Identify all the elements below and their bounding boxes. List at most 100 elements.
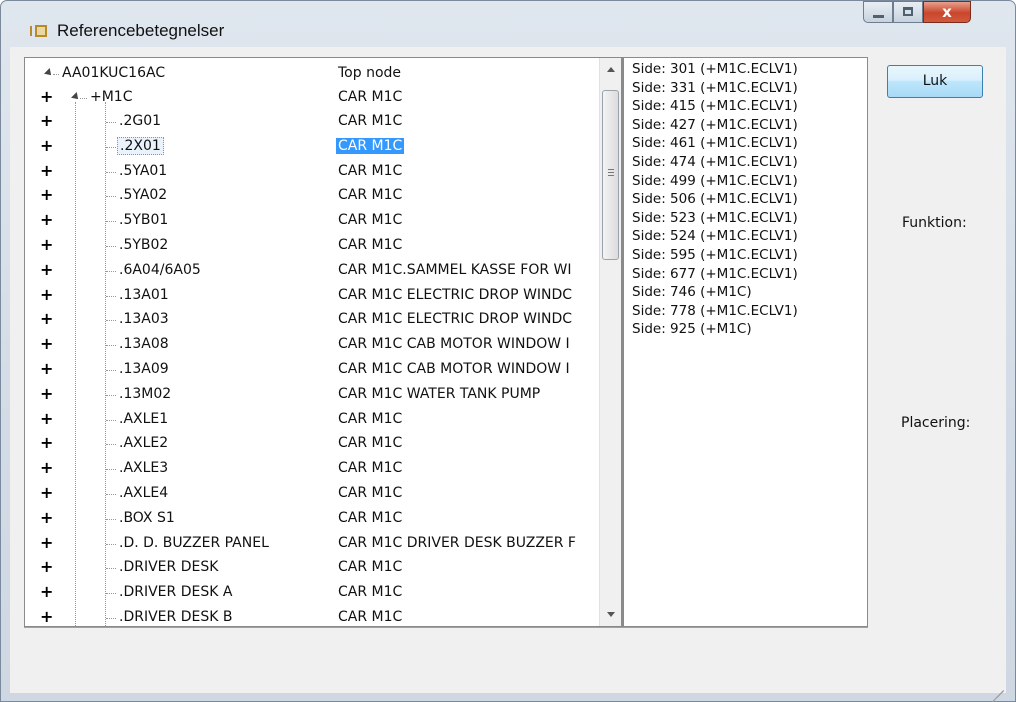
expand-icon[interactable]: + (40, 534, 53, 551)
tree-row[interactable]: + .BOX S1 CAR M1C (25, 507, 600, 531)
expand-icon[interactable]: + (40, 162, 53, 179)
tree-node-label: .6A04/6A05 (119, 261, 201, 278)
tree-node-description: CAR M1C (338, 559, 403, 576)
expand-icon[interactable]: + (40, 336, 53, 352)
expand-icon[interactable]: + (40, 435, 53, 451)
tree-row[interactable]: + .13A03 CAR M1C ELECTRIC DROP WINDC (25, 308, 600, 332)
expand-icon[interactable]: + (40, 361, 53, 377)
expand-icon[interactable]: + (40, 460, 53, 476)
tree-node-description: CAR M1C (338, 485, 403, 501)
grip-line (608, 175, 614, 176)
expand-icon[interactable]: + (40, 89, 53, 105)
tree-connector (106, 246, 116, 247)
expand-icon[interactable]: + (40, 212, 53, 228)
tree-row[interactable]: + .5YB01 CAR M1C (25, 209, 600, 233)
resize-grip-icon[interactable] (990, 677, 1004, 702)
side-reference-item[interactable]: Side: 778 (+M1C.ECLV1) (632, 303, 798, 319)
expand-icon[interactable]: + (40, 237, 53, 253)
side-reference-item[interactable]: Side: 523 (+M1C.ECLV1) (632, 210, 798, 226)
tree-connector (106, 370, 116, 371)
title-bar[interactable]: Referencebetegnelser x (1, 1, 1015, 45)
tree-row[interactable]: + .2X01 CAR M1C (25, 135, 600, 159)
tree-node-description: CAR M1C (338, 212, 403, 229)
tree-row[interactable]: + .5YA01 CAR M1C (25, 160, 600, 184)
tree-connector (53, 74, 59, 75)
expand-icon[interactable]: + (40, 485, 53, 501)
tree-row[interactable]: + .AXLE3 CAR M1C (25, 457, 600, 481)
tree-node-label: .DRIVER DESK (119, 559, 219, 576)
expand-icon[interactable]: + (40, 509, 53, 526)
tree-row-child[interactable]: + +M1C CAR M1C (25, 86, 600, 110)
app-icon (30, 25, 47, 37)
side-reference-item[interactable]: Side: 595 (+M1C.ECLV1) (632, 247, 798, 263)
grip-line (608, 172, 614, 173)
maximize-button[interactable] (893, 1, 923, 23)
grip-line (1000, 690, 1004, 694)
reference-tree[interactable]: AA01KUC16AC Top node + +M1C CAR M1C + .2G… (24, 57, 622, 627)
tree-node-description: CAR M1C DRIVER DESK BUZZER F (338, 534, 576, 551)
tree-node-label: .AXLE2 (119, 435, 169, 452)
tree-row[interactable]: + .AXLE1 CAR M1C (25, 408, 600, 432)
expand-icon[interactable]: + (40, 113, 53, 129)
side-reference-item[interactable]: Side: 474 (+M1C.ECLV1) (632, 154, 798, 170)
tree-node-label: .2X01 (117, 136, 164, 155)
tree-row[interactable]: + .13A01 CAR M1C ELECTRIC DROP WINDC (25, 284, 600, 308)
side-reference-item[interactable]: Side: 506 (+M1C.ECLV1) (632, 191, 798, 207)
tree-node-label: .DRIVER DESK A (119, 584, 233, 601)
dialog-window: Referencebetegnelser x AA01KUC16AC Top n… (0, 0, 1016, 702)
side-reference-item[interactable]: Side: 301 (+M1C.ECLV1) (632, 61, 798, 77)
tree-row[interactable]: + .5YB02 CAR M1C (25, 234, 600, 258)
expand-icon[interactable]: + (40, 385, 53, 402)
tree-row[interactable]: + .DRIVER DESK CAR M1C (25, 556, 600, 580)
tree-node-label: .D. D. BUZZER PANEL (119, 534, 269, 551)
side-reference-item[interactable]: Side: 499 (+M1C.ECLV1) (632, 173, 798, 189)
tree-row[interactable]: + .2G01 CAR M1C (25, 110, 600, 134)
tree-row[interactable]: + .DRIVER DESK A CAR M1C (25, 581, 600, 605)
tree-row[interactable]: + .13M02 CAR M1C WATER TANK PUMP (25, 383, 600, 407)
tree-row[interactable]: + .D. D. BUZZER PANEL CAR M1C DRIVER DESK … (25, 532, 600, 556)
close-window-button[interactable]: x (923, 1, 971, 23)
expand-icon[interactable]: + (40, 410, 53, 427)
collapse-icon[interactable] (71, 92, 81, 102)
tree-scrollbar[interactable] (599, 58, 621, 626)
expand-icon[interactable]: + (40, 137, 53, 154)
expand-icon[interactable]: + (40, 187, 53, 203)
tree-node-description: CAR M1C ELECTRIC DROP WINDC (338, 311, 573, 328)
tree-row[interactable]: + .5YA02 CAR M1C (25, 184, 600, 208)
side-reference-item[interactable]: Side: 746 (+M1C) (632, 284, 752, 300)
tree-node-description: CAR M1C (338, 584, 403, 601)
side-reference-item[interactable]: Side: 331 (+M1C.ECLV1) (632, 80, 798, 96)
dialog-client-area: AA01KUC16AC Top node + +M1C CAR M1C + .2G… (10, 47, 1006, 702)
minimize-button[interactable] (863, 1, 893, 23)
side-reference-item[interactable]: Side: 415 (+M1C.ECLV1) (632, 98, 798, 114)
side-reference-item[interactable]: Side: 427 (+M1C.ECLV1) (632, 117, 798, 133)
expand-icon[interactable]: + (40, 311, 53, 327)
scroll-up-arrow-icon[interactable] (600, 58, 621, 80)
scroll-thumb[interactable] (602, 90, 619, 260)
side-reference-item[interactable]: Side: 524 (+M1C.ECLV1) (632, 228, 798, 244)
expand-icon[interactable]: + (40, 584, 53, 600)
tree-node-description: CAR M1C CAB MOTOR WINDOW I (338, 361, 570, 377)
tree-node-description: CAR M1C ELECTRIC DROP WINDC (338, 286, 573, 303)
tree-row[interactable]: + .AXLE2 CAR M1C (25, 432, 600, 456)
tree-node-description: CAR M1C WATER TANK PUMP (338, 385, 541, 402)
side-reference-list[interactable]: Side: 301 (+M1C.ECLV1) Side: 331 (+M1C.EC… (622, 57, 868, 627)
tree-row[interactable]: + .13A09 CAR M1C CAB MOTOR WINDOW I (25, 358, 600, 382)
scroll-down-arrow-icon[interactable] (600, 604, 621, 626)
tree-row[interactable]: + .DRIVER DESK B CAR M1C (25, 606, 600, 626)
side-reference-item[interactable]: Side: 461 (+M1C.ECLV1) (632, 135, 798, 151)
collapse-icon[interactable] (44, 68, 54, 78)
tree-row[interactable]: + .AXLE4 CAR M1C (25, 482, 600, 506)
side-reference-item[interactable]: Side: 925 (+M1C) (632, 321, 752, 337)
side-reference-item[interactable]: Side: 677 (+M1C.ECLV1) (632, 266, 798, 282)
expand-icon[interactable]: + (40, 286, 53, 303)
tree-row[interactable]: + .6A04/6A05 CAR M1C.SAMMEL KASSE FOR WI (25, 259, 600, 283)
luk-button[interactable]: Luk (887, 65, 983, 98)
expand-icon[interactable]: + (40, 261, 53, 278)
tree-connector (80, 98, 87, 99)
tree-node-description: CAR M1C.SAMMEL KASSE FOR WI (338, 261, 572, 278)
tree-row-root[interactable]: AA01KUC16AC Top node (25, 62, 600, 86)
tree-row[interactable]: + .13A08 CAR M1C CAB MOTOR WINDOW I (25, 333, 600, 357)
expand-icon[interactable]: + (40, 559, 53, 575)
expand-icon[interactable]: + (40, 609, 53, 625)
